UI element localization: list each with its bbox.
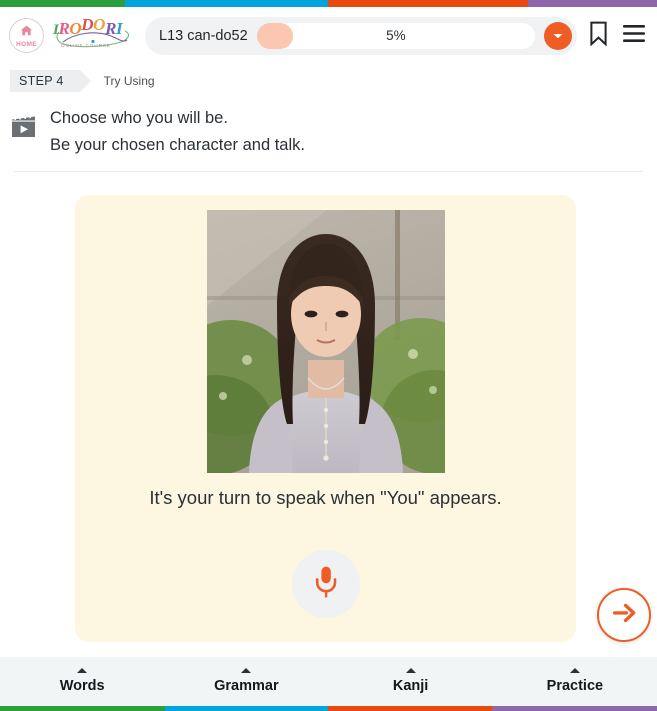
woman-portrait-photo: [207, 210, 445, 473]
step-chip: STEP 4: [10, 69, 91, 93]
caret-up-icon: [241, 668, 252, 673]
bottom-color-strip: [0, 706, 657, 711]
step-breadcrumb: STEP 4 Try Using: [0, 68, 657, 94]
card-caption: It's your turn to speak when "You" appea…: [149, 487, 502, 508]
menu-button[interactable]: [622, 24, 646, 48]
caret-up-icon: [569, 668, 580, 673]
caret-up-icon: [405, 668, 416, 673]
bookmark-button[interactable]: [589, 21, 608, 51]
logo-wordmark: IRODORI: [53, 14, 123, 38]
caret-up-icon: [77, 668, 88, 673]
microphone-icon: [313, 565, 339, 604]
step-title: Try Using: [103, 74, 155, 88]
app-header: HOME IRODORI ONLINE COURSE L13 can-do52 …: [0, 7, 657, 64]
next-button[interactable]: [597, 588, 651, 642]
app-root: HOME IRODORI ONLINE COURSE L13 can-do52 …: [0, 0, 657, 711]
top-color-strip: [0, 0, 657, 7]
clapperboard-play-icon: [10, 113, 37, 145]
tab-kanji[interactable]: Kanji: [329, 657, 493, 711]
nav-strip-green: [0, 706, 165, 711]
instruction-block: Choose who you will be. Be your chosen c…: [0, 94, 657, 158]
logo-subtitle: ONLINE COURSE: [61, 42, 111, 48]
progress-bar[interactable]: 5%: [256, 22, 535, 49]
house-icon: [20, 24, 33, 40]
nav-strip-orange: [328, 706, 492, 711]
microphone-record-button[interactable]: [292, 550, 360, 618]
arrow-right-icon: [611, 602, 637, 629]
instruction-line-2: Be your chosen character and talk.: [50, 135, 305, 154]
hamburger-menu-icon: [622, 24, 646, 48]
strip-segment-green: [0, 0, 125, 7]
nav-strip-blue: [165, 706, 328, 711]
nav-strip-purple: [492, 706, 657, 711]
tab-practice[interactable]: Practice: [493, 657, 657, 711]
lesson-progress-pill: L13 can-do52 5%: [145, 16, 577, 55]
section-divider: [14, 171, 643, 173]
tab-grammar-label: Grammar: [214, 678, 279, 694]
home-button-label: HOME: [16, 40, 37, 48]
tab-words-label: Words: [59, 678, 105, 694]
home-button[interactable]: HOME: [9, 18, 44, 53]
tab-words[interactable]: Words: [0, 657, 164, 711]
progress-dropdown-button[interactable]: [544, 21, 572, 50]
activity-card: It's your turn to speak when "You" appea…: [75, 195, 576, 642]
irodori-logo[interactable]: IRODORI ONLINE COURSE: [53, 14, 135, 56]
bottom-navigation: Words Grammar Kanji Practice: [0, 657, 657, 711]
strip-segment-blue: [125, 0, 328, 7]
chevron-down-icon: [552, 27, 564, 45]
instruction-line-1: Choose who you will be.: [50, 109, 228, 127]
strip-segment-orange: [328, 0, 528, 7]
strip-segment-purple: [528, 0, 657, 7]
tab-practice-label: Practice: [546, 678, 604, 694]
tab-kanji-label: Kanji: [392, 678, 429, 694]
instruction-text: Choose who you will be. Be your chosen c…: [50, 105, 305, 158]
tab-grammar[interactable]: Grammar: [164, 657, 328, 711]
bookmark-icon: [589, 21, 608, 51]
lesson-label: L13 can-do52: [159, 27, 248, 44]
progress-percent-label: 5%: [386, 28, 406, 43]
